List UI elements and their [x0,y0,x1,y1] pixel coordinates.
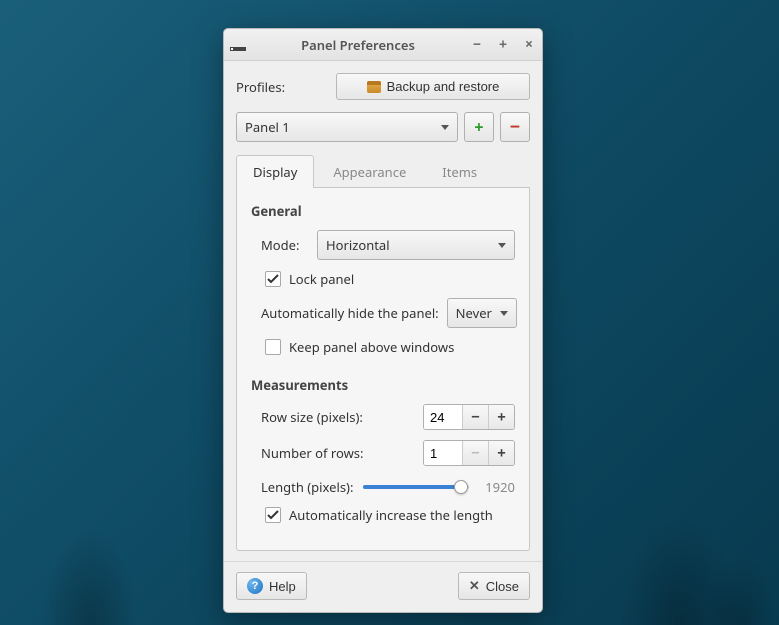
dialog-footer: ? Help ✕ Close [224,561,542,612]
tab-appearance[interactable]: Appearance [316,155,423,188]
profiles-row: Profiles: Backup and restore [236,73,530,100]
num-rows-input[interactable] [424,441,462,465]
profiles-label: Profiles: [236,78,326,96]
help-icon: ? [247,578,263,594]
add-panel-button[interactable]: + [464,112,494,142]
content-area: Profiles: Backup and restore Panel 1 + −… [224,61,542,561]
mode-select[interactable]: Horizontal [317,230,515,260]
lock-panel-row: Lock panel [251,270,515,288]
length-slider[interactable] [363,479,469,495]
keep-above-checkbox[interactable] [265,339,281,355]
maximize-button[interactable]: + [496,38,510,52]
row-size-row: Row size (pixels): − + [251,404,515,430]
panel-select-row: Panel 1 + − [236,112,530,142]
panel-select[interactable]: Panel 1 [236,112,458,142]
row-size-label: Row size (pixels): [261,408,363,426]
tab-display[interactable]: Display [236,155,314,188]
keep-above-label: Keep panel above windows [289,338,454,356]
window-controls: − + × [470,38,536,52]
close-label: Close [486,579,519,594]
panel-app-icon [230,37,246,53]
length-row: Length (pixels): 1920 [251,478,515,496]
chevron-down-icon [441,125,449,130]
length-label: Length (pixels): [261,478,353,496]
mode-select-value: Horizontal [326,236,390,254]
chevron-down-icon [498,243,506,248]
backup-restore-button[interactable]: Backup and restore [336,73,530,100]
auto-length-row: Automatically increase the length [251,506,515,524]
row-size-input[interactable] [424,405,462,429]
num-rows-row: Number of rows: − + [251,440,515,466]
package-icon [367,81,381,93]
panel-select-value: Panel 1 [245,118,290,136]
remove-panel-button[interactable]: − [500,112,530,142]
close-window-button[interactable]: × [522,38,536,52]
mode-row: Mode: Horizontal [251,230,515,260]
window-title: Panel Preferences [252,36,464,54]
row-size-spinbox: − + [423,404,515,430]
auto-hide-select[interactable]: Never [447,298,517,328]
section-general-title: General [251,202,515,220]
tab-panel-display: General Mode: Horizontal Lock panel Auto… [236,188,530,551]
tabs: Display Appearance Items [236,154,530,188]
close-button[interactable]: ✕ Close [458,572,530,600]
auto-length-label: Automatically increase the length [289,506,493,524]
num-rows-increment[interactable]: + [488,441,514,465]
backup-restore-label: Backup and restore [387,79,500,94]
num-rows-spinbox: − + [423,440,515,466]
plus-icon: + [474,119,483,135]
lock-panel-checkbox[interactable] [265,271,281,287]
length-value: 1920 [479,478,515,496]
lock-panel-label: Lock panel [289,270,354,288]
titlebar: Panel Preferences − + × [224,29,542,61]
keep-above-row: Keep panel above windows [251,338,515,356]
row-size-decrement[interactable]: − [462,405,488,429]
chevron-down-icon [500,311,508,316]
close-icon: ✕ [469,578,480,594]
num-rows-label: Number of rows: [261,444,364,462]
num-rows-decrement[interactable]: − [462,441,488,465]
auto-hide-value: Never [456,304,492,322]
slider-thumb[interactable] [454,480,468,494]
auto-length-checkbox[interactable] [265,507,281,523]
panel-preferences-window: Panel Preferences − + × Profiles: Backup… [223,28,543,613]
tab-items[interactable]: Items [425,155,494,188]
section-measurements-title: Measurements [251,376,515,394]
auto-hide-label: Automatically hide the panel: [261,304,439,322]
help-label: Help [269,579,296,594]
mode-label: Mode: [261,236,309,254]
minimize-button[interactable]: − [470,38,484,52]
minus-icon: − [510,118,520,136]
auto-hide-row: Automatically hide the panel: Never [251,298,515,328]
row-size-increment[interactable]: + [488,405,514,429]
help-button[interactable]: ? Help [236,572,307,600]
